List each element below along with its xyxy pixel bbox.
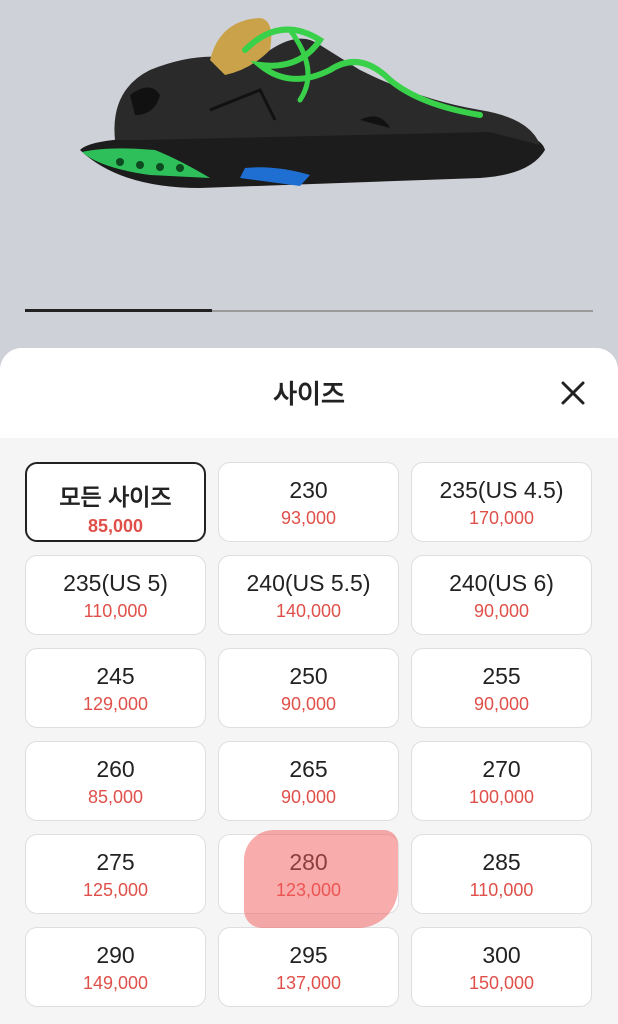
- price-label: 85,000: [87, 787, 144, 807]
- carousel-progress: [25, 309, 593, 312]
- size-option[interactable]: 245 129,000: [25, 648, 206, 728]
- size-option[interactable]: 290 149,000: [25, 927, 206, 1007]
- size-label: 285: [482, 849, 521, 875]
- size-label: 295: [289, 942, 328, 968]
- close-icon: [561, 381, 585, 405]
- size-label: 240(US 6): [449, 570, 554, 596]
- price-label: 110,000: [469, 880, 534, 900]
- size-label: 235(US 5): [63, 570, 168, 596]
- sneaker-image: [80, 18, 545, 188]
- price-label: 123,000: [275, 880, 342, 900]
- carousel-progress-fill: [25, 309, 213, 312]
- size-option[interactable]: 285 110,000: [411, 834, 592, 914]
- size-option[interactable]: 240(US 6) 90,000: [411, 555, 592, 635]
- size-option[interactable]: 250 90,000: [218, 648, 399, 728]
- size-option[interactable]: 235(US 5) 110,000: [25, 555, 206, 635]
- size-label: 230: [289, 477, 328, 503]
- price-label: 90,000: [280, 787, 337, 807]
- size-label: 모든 사이즈: [59, 484, 172, 510]
- sheet-header: 사이즈: [0, 348, 618, 438]
- size-bottom-sheet: 사이즈 모든 사이즈 85,000 230 93,000 235(US 4.5) 170,…: [0, 348, 618, 1024]
- size-option[interactable]: 235(US 4.5) 170,000: [411, 462, 592, 542]
- size-option-all[interactable]: 모든 사이즈 85,000: [25, 462, 206, 542]
- size-label: 265: [289, 756, 328, 782]
- sheet-title: 사이즈: [273, 379, 345, 409]
- size-label: 290: [96, 942, 135, 968]
- size-option[interactable]: 295 137,000: [218, 927, 399, 1007]
- size-label: 260: [96, 756, 135, 782]
- close-button[interactable]: [556, 376, 590, 410]
- price-label: 129,000: [82, 694, 149, 714]
- size-label: 240(US 5.5): [246, 570, 371, 596]
- price-label: 140,000: [275, 601, 342, 621]
- size-option[interactable]: 270 100,000: [411, 741, 592, 821]
- size-option[interactable]: 240(US 5.5) 140,000: [218, 555, 399, 635]
- size-option[interactable]: 255 90,000: [411, 648, 592, 728]
- price-label: 85,000: [87, 516, 144, 536]
- price-label: 137,000: [275, 973, 342, 993]
- size-label: 235(US 4.5): [439, 477, 564, 503]
- price-label: 90,000: [473, 694, 530, 714]
- size-option[interactable]: 265 90,000: [218, 741, 399, 821]
- size-option[interactable]: 260 85,000: [25, 741, 206, 821]
- price-label: 125,000: [82, 880, 149, 900]
- price-label: 149,000: [82, 973, 149, 993]
- price-label: 100,000: [468, 787, 535, 807]
- size-label: 275: [96, 849, 135, 875]
- price-label: 170,000: [468, 508, 535, 528]
- size-grid: 모든 사이즈 85,000 230 93,000 235(US 4.5) 170,000 2…: [25, 462, 593, 1007]
- size-label: 300: [482, 942, 521, 968]
- size-label: 270: [482, 756, 521, 782]
- size-label: 250: [289, 663, 328, 689]
- price-label: 90,000: [473, 601, 530, 621]
- price-label: 90,000: [280, 694, 337, 714]
- price-label: 93,000: [280, 508, 337, 528]
- size-option[interactable]: 280 123,000: [218, 834, 399, 914]
- size-option[interactable]: 300 150,000: [411, 927, 592, 1007]
- price-label: 110,000: [83, 601, 148, 621]
- size-option[interactable]: 230 93,000: [218, 462, 399, 542]
- price-label: 150,000: [468, 973, 535, 993]
- product-image-area[interactable]: [0, 0, 618, 350]
- size-label: 255: [482, 663, 521, 689]
- size-label: 280: [289, 849, 328, 875]
- size-option[interactable]: 275 125,000: [25, 834, 206, 914]
- size-label: 245: [96, 663, 135, 689]
